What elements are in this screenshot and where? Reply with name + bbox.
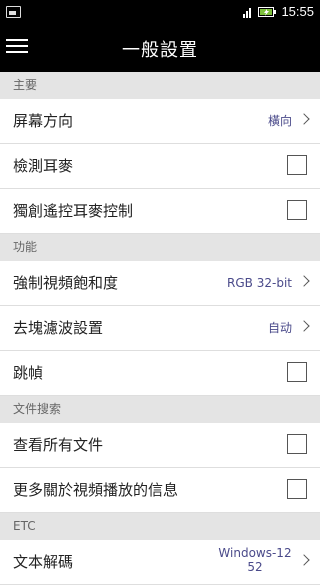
setting-value: Windows-12 52	[218, 546, 292, 574]
section-header-etc: ETC	[0, 513, 320, 540]
image-notification-icon	[6, 6, 21, 18]
checkbox[interactable]	[287, 155, 307, 175]
setting-text-encoding[interactable]: 文本解碼 Windows-12 52	[0, 540, 320, 585]
setting-more-playback-info[interactable]: 更多關於視頻播放的信息	[0, 468, 320, 513]
setting-value: 自动	[267, 321, 292, 335]
setting-value-line-2: 52	[247, 560, 263, 574]
setting-frame-skip[interactable]: 跳幀	[0, 351, 320, 396]
checkbox[interactable]	[287, 479, 307, 499]
status-time: 15:55	[281, 4, 314, 19]
setting-label: 文本解碼	[13, 553, 74, 571]
setting-screen-orientation[interactable]: 屏幕方向 橫向	[0, 99, 320, 144]
checkbox[interactable]	[287, 434, 307, 454]
setting-force-video-saturation[interactable]: 強制視頻飽和度 RGB 32-bit	[0, 261, 320, 306]
setting-view-all-files[interactable]: 查看所有文件	[0, 423, 320, 468]
setting-label: 跳幀	[13, 364, 44, 382]
checkbox[interactable]	[287, 362, 307, 382]
setting-value: 橫向	[267, 114, 292, 128]
setting-label: 檢測耳麥	[13, 157, 74, 175]
section-header-file-search: 文件搜索	[0, 396, 320, 423]
app-bar: 一般設置	[0, 24, 320, 72]
setting-deblocking-filter[interactable]: 去塊濾波設置 自动	[0, 306, 320, 351]
section-header-main: 主要	[0, 72, 320, 99]
chevron-right-icon	[298, 320, 310, 332]
setting-detect-headset[interactable]: 檢測耳麥	[0, 144, 320, 189]
setting-label: 更多關於視頻播放的信息	[13, 481, 179, 499]
chevron-right-icon	[298, 554, 310, 566]
setting-label: 強制視頻飽和度	[13, 274, 119, 292]
setting-label: 去塊濾波設置	[13, 319, 104, 337]
setting-remote-headset-control[interactable]: 獨創遙控耳麥控制	[0, 189, 320, 234]
setting-value-line-1: Windows-12	[218, 546, 292, 560]
chevron-right-icon	[298, 275, 310, 287]
setting-value: RGB 32-bit	[227, 276, 292, 290]
battery-charging-icon	[258, 6, 277, 17]
setting-label: 獨創遙控耳麥控制	[13, 202, 134, 220]
setting-label: 查看所有文件	[13, 436, 104, 454]
settings-list: 主要 屏幕方向 橫向 檢測耳麥 獨創遙控耳麥控制 功能 強制視頻飽和度 RGB …	[0, 72, 320, 585]
signal-icon	[243, 7, 252, 18]
chevron-right-icon	[298, 113, 310, 125]
section-header-features: 功能	[0, 234, 320, 261]
status-bar: 15:55	[0, 0, 320, 24]
checkbox[interactable]	[287, 200, 307, 220]
page-title: 一般設置	[122, 40, 198, 61]
setting-label: 屏幕方向	[13, 112, 74, 130]
